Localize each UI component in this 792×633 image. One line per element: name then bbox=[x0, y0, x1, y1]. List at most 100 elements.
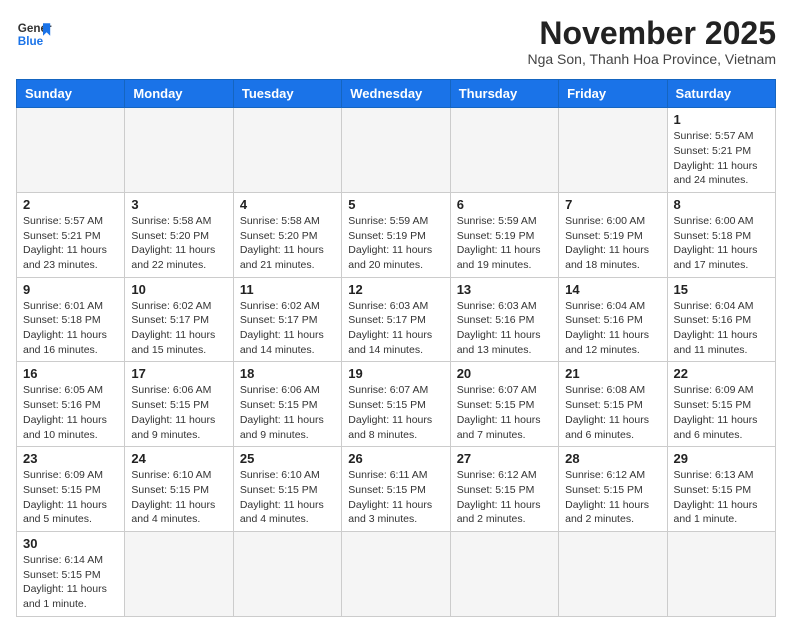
day-number: 30 bbox=[23, 536, 118, 551]
day-info: Sunrise: 6:10 AM Sunset: 5:15 PM Dayligh… bbox=[131, 468, 226, 527]
day-info: Sunrise: 6:08 AM Sunset: 5:15 PM Dayligh… bbox=[565, 383, 660, 442]
day-of-week-header: Wednesday bbox=[342, 80, 450, 108]
calendar-cell bbox=[17, 108, 125, 193]
day-info: Sunrise: 6:07 AM Sunset: 5:15 PM Dayligh… bbox=[348, 383, 443, 442]
day-number: 23 bbox=[23, 451, 118, 466]
month-title: November 2025 bbox=[527, 16, 776, 51]
calendar-cell: 14 Sunrise: 6:04 AM Sunset: 5:16 PM Dayli… bbox=[559, 277, 667, 362]
calendar-cell: 16 Sunrise: 6:05 AM Sunset: 5:16 PM Dayli… bbox=[17, 362, 125, 447]
calendar-cell: 6 Sunrise: 5:59 AM Sunset: 5:19 PM Daylig… bbox=[450, 192, 558, 277]
calendar-cell: 12 Sunrise: 6:03 AM Sunset: 5:17 PM Dayli… bbox=[342, 277, 450, 362]
calendar-cell: 13 Sunrise: 6:03 AM Sunset: 5:16 PM Dayli… bbox=[450, 277, 558, 362]
calendar-cell: 9 Sunrise: 6:01 AM Sunset: 5:18 PM Daylig… bbox=[17, 277, 125, 362]
day-info: Sunrise: 6:09 AM Sunset: 5:15 PM Dayligh… bbox=[23, 468, 118, 527]
day-info: Sunrise: 6:03 AM Sunset: 5:17 PM Dayligh… bbox=[348, 299, 443, 358]
title-block: November 2025 Nga Son, Thanh Hoa Provinc… bbox=[527, 16, 776, 67]
day-number: 17 bbox=[131, 366, 226, 381]
day-info: Sunrise: 6:05 AM Sunset: 5:16 PM Dayligh… bbox=[23, 383, 118, 442]
day-number: 25 bbox=[240, 451, 335, 466]
calendar-cell bbox=[559, 108, 667, 193]
day-number: 18 bbox=[240, 366, 335, 381]
day-number: 10 bbox=[131, 282, 226, 297]
calendar-cell: 7 Sunrise: 6:00 AM Sunset: 5:19 PM Daylig… bbox=[559, 192, 667, 277]
calendar-cell bbox=[233, 108, 341, 193]
day-of-week-header: Tuesday bbox=[233, 80, 341, 108]
calendar-cell: 10Sunrise: 6:02 AM Sunset: 5:17 PM Dayli… bbox=[125, 277, 233, 362]
calendar-cell: 3 Sunrise: 5:58 AM Sunset: 5:20 PM Daylig… bbox=[125, 192, 233, 277]
day-number: 12 bbox=[348, 282, 443, 297]
calendar-cell: 8 Sunrise: 6:00 AM Sunset: 5:18 PM Daylig… bbox=[667, 192, 775, 277]
calendar-cell: 22 Sunrise: 6:09 AM Sunset: 5:15 PM Dayli… bbox=[667, 362, 775, 447]
day-info: Sunrise: 6:00 AM Sunset: 5:18 PM Dayligh… bbox=[674, 214, 769, 273]
day-info: Sunrise: 6:06 AM Sunset: 5:15 PM Dayligh… bbox=[131, 383, 226, 442]
day-number: 16 bbox=[23, 366, 118, 381]
day-number: 11 bbox=[240, 282, 335, 297]
day-info: Sunrise: 5:59 AM Sunset: 5:19 PM Dayligh… bbox=[348, 214, 443, 273]
day-number: 7 bbox=[565, 197, 660, 212]
day-number: 8 bbox=[674, 197, 769, 212]
day-number: 13 bbox=[457, 282, 552, 297]
calendar-cell: 23 Sunrise: 6:09 AM Sunset: 5:15 PM Dayli… bbox=[17, 447, 125, 532]
calendar-cell: 5 Sunrise: 5:59 AM Sunset: 5:19 PM Daylig… bbox=[342, 192, 450, 277]
calendar-cell: 30 Sunrise: 6:14 AM Sunset: 5:15 PM Dayli… bbox=[17, 531, 125, 616]
day-info: Sunrise: 6:00 AM Sunset: 5:19 PM Dayligh… bbox=[565, 214, 660, 273]
day-info: Sunrise: 6:03 AM Sunset: 5:16 PM Dayligh… bbox=[457, 299, 552, 358]
day-number: 20 bbox=[457, 366, 552, 381]
day-info: Sunrise: 5:58 AM Sunset: 5:20 PM Dayligh… bbox=[240, 214, 335, 273]
calendar-cell: 15 Sunrise: 6:04 AM Sunset: 5:16 PM Dayli… bbox=[667, 277, 775, 362]
day-number: 6 bbox=[457, 197, 552, 212]
calendar-cell bbox=[559, 531, 667, 616]
day-of-week-header: Friday bbox=[559, 80, 667, 108]
calendar-cell bbox=[342, 531, 450, 616]
day-info: Sunrise: 6:04 AM Sunset: 5:16 PM Dayligh… bbox=[674, 299, 769, 358]
location-subtitle: Nga Son, Thanh Hoa Province, Vietnam bbox=[527, 51, 776, 67]
calendar-cell: 11 Sunrise: 6:02 AM Sunset: 5:17 PM Dayli… bbox=[233, 277, 341, 362]
day-info: Sunrise: 5:59 AM Sunset: 5:19 PM Dayligh… bbox=[457, 214, 552, 273]
calendar-week-row: 30 Sunrise: 6:14 AM Sunset: 5:15 PM Dayli… bbox=[17, 531, 776, 616]
page-header: General Blue November 2025 Nga Son, Than… bbox=[16, 16, 776, 67]
day-number: 24 bbox=[131, 451, 226, 466]
calendar-cell: 21 Sunrise: 6:08 AM Sunset: 5:15 PM Dayli… bbox=[559, 362, 667, 447]
day-number: 21 bbox=[565, 366, 660, 381]
calendar-cell: 4Sunrise: 5:58 AM Sunset: 5:20 PM Daylig… bbox=[233, 192, 341, 277]
day-number: 15 bbox=[674, 282, 769, 297]
calendar-cell bbox=[125, 531, 233, 616]
day-number: 29 bbox=[674, 451, 769, 466]
day-number: 28 bbox=[565, 451, 660, 466]
day-info: Sunrise: 6:14 AM Sunset: 5:15 PM Dayligh… bbox=[23, 553, 118, 612]
calendar-cell bbox=[342, 108, 450, 193]
day-number: 1 bbox=[674, 112, 769, 127]
day-number: 26 bbox=[348, 451, 443, 466]
day-number: 22 bbox=[674, 366, 769, 381]
day-of-week-header: Sunday bbox=[17, 80, 125, 108]
day-info: Sunrise: 6:12 AM Sunset: 5:15 PM Dayligh… bbox=[457, 468, 552, 527]
day-number: 9 bbox=[23, 282, 118, 297]
calendar-week-row: 1Sunrise: 5:57 AM Sunset: 5:21 PM Daylig… bbox=[17, 108, 776, 193]
calendar-cell: 19 Sunrise: 6:07 AM Sunset: 5:15 PM Dayli… bbox=[342, 362, 450, 447]
day-number: 14 bbox=[565, 282, 660, 297]
logo: General Blue bbox=[16, 16, 52, 52]
day-info: Sunrise: 6:13 AM Sunset: 5:15 PM Dayligh… bbox=[674, 468, 769, 527]
calendar-cell: 28Sunrise: 6:12 AM Sunset: 5:15 PM Dayli… bbox=[559, 447, 667, 532]
calendar-cell: 25 Sunrise: 6:10 AM Sunset: 5:15 PM Dayli… bbox=[233, 447, 341, 532]
day-info: Sunrise: 5:58 AM Sunset: 5:20 PM Dayligh… bbox=[131, 214, 226, 273]
day-of-week-header: Thursday bbox=[450, 80, 558, 108]
day-number: 3 bbox=[131, 197, 226, 212]
day-number: 5 bbox=[348, 197, 443, 212]
calendar-cell: 20Sunrise: 6:07 AM Sunset: 5:15 PM Dayli… bbox=[450, 362, 558, 447]
calendar-cell: 18Sunrise: 6:06 AM Sunset: 5:15 PM Dayli… bbox=[233, 362, 341, 447]
calendar-cell bbox=[450, 108, 558, 193]
day-info: Sunrise: 6:09 AM Sunset: 5:15 PM Dayligh… bbox=[674, 383, 769, 442]
calendar-cell: 24 Sunrise: 6:10 AM Sunset: 5:15 PM Dayli… bbox=[125, 447, 233, 532]
calendar-week-row: 9 Sunrise: 6:01 AM Sunset: 5:18 PM Daylig… bbox=[17, 277, 776, 362]
calendar-cell bbox=[125, 108, 233, 193]
day-info: Sunrise: 6:10 AM Sunset: 5:15 PM Dayligh… bbox=[240, 468, 335, 527]
day-info: Sunrise: 6:01 AM Sunset: 5:18 PM Dayligh… bbox=[23, 299, 118, 358]
calendar-cell: 17 Sunrise: 6:06 AM Sunset: 5:15 PM Dayli… bbox=[125, 362, 233, 447]
calendar-week-row: 23 Sunrise: 6:09 AM Sunset: 5:15 PM Dayli… bbox=[17, 447, 776, 532]
day-number: 19 bbox=[348, 366, 443, 381]
day-of-week-header: Monday bbox=[125, 80, 233, 108]
day-info: Sunrise: 6:04 AM Sunset: 5:16 PM Dayligh… bbox=[565, 299, 660, 358]
calendar-cell: 1Sunrise: 5:57 AM Sunset: 5:21 PM Daylig… bbox=[667, 108, 775, 193]
day-info: Sunrise: 6:02 AM Sunset: 5:17 PM Dayligh… bbox=[240, 299, 335, 358]
